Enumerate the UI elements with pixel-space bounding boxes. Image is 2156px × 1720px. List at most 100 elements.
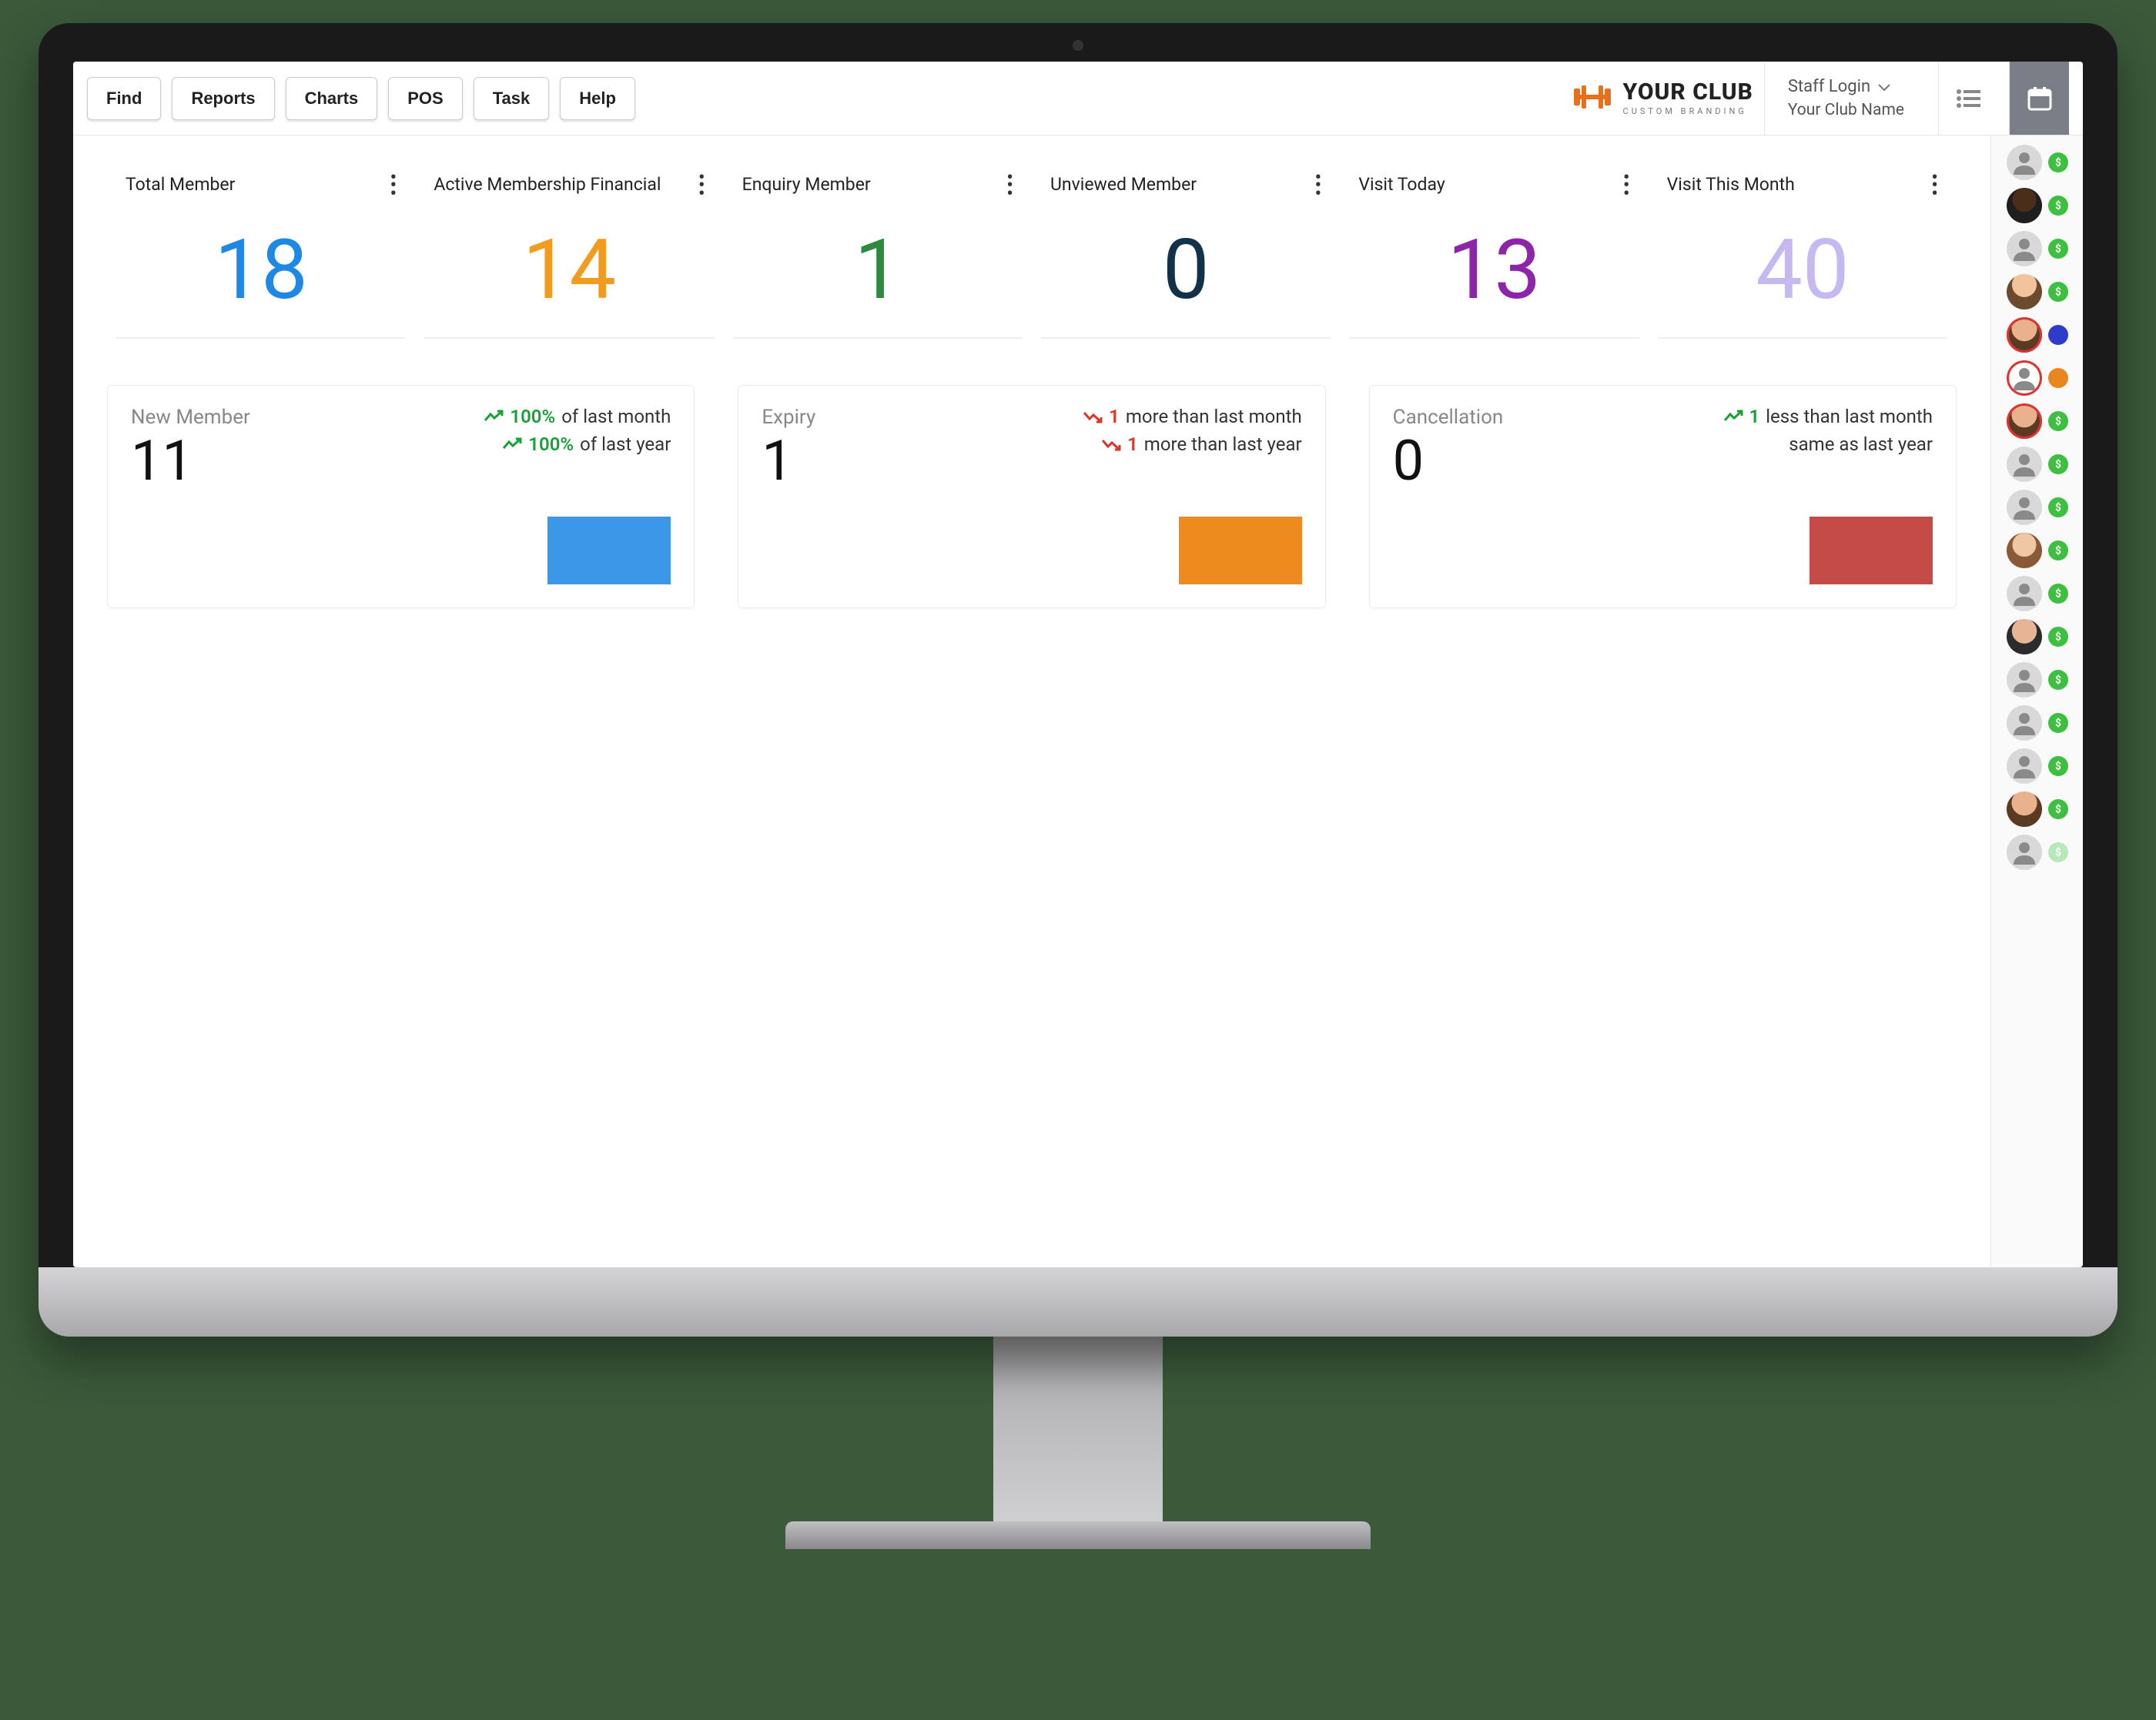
avatar [2007,533,2042,568]
card-title: Expiry [762,406,815,429]
stat-value: 14 [434,222,705,319]
avatar [2007,403,2042,439]
menu-pos[interactable]: POS [388,77,462,120]
card-value: 1 [762,433,815,489]
staff-login-dropdown[interactable]: Staff Login [1788,77,1890,96]
menu-help[interactable]: Help [560,77,635,120]
rail-item[interactable]: $ [1999,447,2075,482]
calendar-view-button[interactable] [2009,62,2069,135]
avatar [2007,231,2042,266]
mini-chart [1810,517,1933,584]
avatar [2007,274,2042,310]
menu-charts[interactable]: Charts [286,77,378,120]
rail-item[interactable] [1999,317,2075,353]
calendar-icon [2027,85,2053,112]
svg-text:$: $ [2055,416,2061,428]
avatar [2007,360,2042,396]
rail-item[interactable]: $ [1999,619,2075,654]
card-title: New Member [131,406,250,429]
rail-item[interactable]: $ [1999,231,2075,266]
club-name-label: Your Club Name [1788,101,1904,119]
status-dot: $ [2048,239,2068,259]
trend-line: 1 more than last year [1101,433,1302,455]
avatar [2007,619,2042,654]
stat-label: Active Membership Financial [434,174,667,196]
stat-label: Unviewed Member [1050,174,1203,196]
card-row: New Member 11 100% of last month 100% of… [107,385,1957,608]
status-dot: $ [2048,799,2068,819]
rail-item[interactable]: $ [1999,533,2075,568]
menu-reports[interactable]: Reports [172,77,274,120]
monitor-mockup: FindReportsChartsPOSTaskHelp YOUR CL [38,23,2118,1549]
list-view-button[interactable] [1938,62,1998,135]
svg-text:$: $ [2055,459,2061,471]
rail-item[interactable] [1999,360,2075,396]
stat-label: Visit Today [1358,174,1451,196]
metric-card: Expiry 1 1 more than last month 1 more t… [738,385,1325,608]
status-dot: $ [2048,497,2068,517]
stat-row: Total Member 18 Active Membership Financ… [107,166,1957,339]
status-dot: $ [2048,411,2068,431]
menu-find[interactable]: Find [87,77,161,120]
monitor-chin [38,1267,2118,1337]
svg-text:$: $ [2055,674,2061,687]
kebab-menu-icon[interactable] [390,174,397,198]
status-dot: $ [2048,584,2068,604]
trend-line: same as last year [1789,433,1933,455]
brand-name: YOUR CLUB [1623,81,1753,104]
kebab-menu-icon[interactable] [1931,174,1938,198]
rail-item[interactable]: $ [1999,662,2075,698]
svg-text:$: $ [2055,286,2061,299]
status-dot: $ [2048,670,2068,690]
stat-label: Enquiry Member [742,174,877,196]
rail-item[interactable]: $ [1999,188,2075,223]
dashboard-main: Total Member 18 Active Membership Financ… [73,136,1990,1267]
rail-item[interactable]: $ [1999,403,2075,439]
svg-text:$: $ [2055,157,2061,169]
svg-text:$: $ [2055,761,2061,773]
avatar [2007,447,2042,482]
svg-text:$: $ [2055,243,2061,256]
stat-tile: Unviewed Member 0 [1041,166,1331,339]
chevron-down-icon [1878,77,1890,96]
kebab-menu-icon[interactable] [698,174,705,198]
rail-item[interactable]: $ [1999,835,2075,870]
rail-item[interactable]: $ [1999,748,2075,784]
svg-text:$: $ [2055,718,2061,730]
stat-tile: Enquiry Member 1 [733,166,1023,339]
rail-item[interactable]: $ [1999,576,2075,611]
brand-subtitle: CUSTOM BRANDING [1623,107,1753,115]
svg-text:$: $ [2055,847,2061,859]
svg-text:$: $ [2055,804,2061,816]
topbar: FindReportsChartsPOSTaskHelp YOUR CL [73,62,2083,136]
avatar [2007,188,2042,223]
metric-card: Cancellation 0 1 less than last month sa… [1369,385,1957,608]
barbell-icon [1572,81,1612,116]
kebab-menu-icon[interactable] [1315,174,1322,198]
rail-item[interactable]: $ [1999,145,2075,180]
monitor-frame: FindReportsChartsPOSTaskHelp YOUR CL [38,23,2118,1337]
monitor-stand-neck [993,1337,1163,1521]
stat-value: 13 [1358,222,1629,319]
avatar [2007,317,2042,353]
avatar [2007,490,2042,525]
rail-item[interactable]: $ [1999,791,2075,827]
rail-item[interactable]: $ [1999,274,2075,310]
kebab-menu-icon[interactable] [1623,174,1630,198]
avatar [2007,576,2042,611]
svg-text:$: $ [2055,502,2061,514]
avatar [2007,705,2042,741]
trend-lines: 1 less than last month same as last year [1723,406,1933,489]
list-icon [1956,89,1982,109]
card-title: Cancellation [1393,406,1504,429]
rail-item[interactable]: $ [1999,490,2075,525]
menu-task[interactable]: Task [474,77,550,120]
trend-line: 100% of last month [484,406,671,427]
workspace: Total Member 18 Active Membership Financ… [73,136,2083,1267]
status-dot: $ [2048,152,2068,172]
kebab-menu-icon[interactable] [1006,174,1013,198]
stat-value: 1 [742,222,1013,319]
card-value: 0 [1393,433,1504,489]
rail-item[interactable]: $ [1999,705,2075,741]
account-box: Staff Login Your Club Name [1764,62,1927,135]
